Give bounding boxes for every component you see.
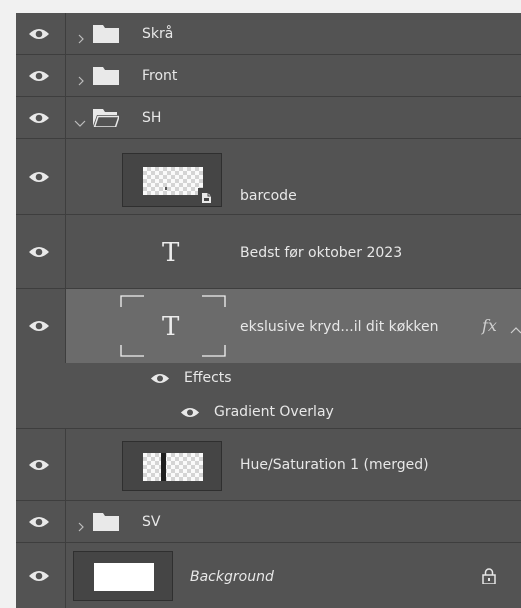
visibility-column bbox=[16, 289, 66, 363]
layer-thumbnail[interactable] bbox=[73, 551, 173, 601]
folder-open-icon bbox=[93, 109, 121, 128]
layer-name[interactable]: ekslusive kryd...il dit køkken bbox=[240, 318, 439, 336]
gradient-overlay-row[interactable]: Gradient Overlay bbox=[16, 395, 521, 429]
layer-row-background[interactable]: Background bbox=[16, 543, 521, 608]
layer-name[interactable]: Bedst før oktober 2023 bbox=[240, 244, 402, 262]
chevron-right-icon[interactable] bbox=[76, 517, 86, 532]
layer-row-skra[interactable]: Skrå bbox=[16, 13, 521, 55]
layer-thumbnail[interactable] bbox=[122, 441, 222, 491]
smart-object-icon bbox=[198, 188, 218, 206]
visibility-column bbox=[16, 501, 66, 542]
effects-row[interactable]: Effects bbox=[16, 363, 521, 395]
chevron-down-icon[interactable] bbox=[74, 113, 86, 127]
layer-row-sv[interactable]: SV bbox=[16, 501, 521, 543]
folder-icon bbox=[93, 513, 119, 531]
folder-icon bbox=[93, 67, 119, 85]
layer-thumbnail[interactable] bbox=[122, 153, 222, 207]
eye-icon[interactable] bbox=[28, 458, 50, 472]
eye-icon[interactable] bbox=[150, 372, 170, 385]
text-layer-icon: T bbox=[162, 312, 180, 342]
chevron-up-icon[interactable] bbox=[510, 321, 521, 334]
layer-name[interactable]: SV bbox=[142, 513, 160, 531]
layer-name[interactable]: Hue/Saturation 1 (merged) bbox=[240, 456, 429, 474]
eye-icon[interactable] bbox=[28, 69, 50, 83]
fx-badge[interactable]: fx bbox=[482, 316, 497, 335]
lock-icon[interactable] bbox=[482, 568, 496, 585]
layer-row-front[interactable]: Front bbox=[16, 55, 521, 97]
layer-name[interactable]: Skrå bbox=[142, 25, 173, 43]
layer-name[interactable]: barcode bbox=[240, 187, 297, 205]
visibility-column bbox=[16, 429, 66, 500]
layer-name[interactable]: SH bbox=[142, 109, 161, 127]
folder-icon bbox=[93, 25, 119, 43]
eye-icon[interactable] bbox=[28, 27, 50, 41]
eye-icon[interactable] bbox=[28, 569, 50, 583]
layer-row-hue-saturation[interactable]: Hue/Saturation 1 (merged) bbox=[16, 429, 521, 501]
gradient-overlay-label[interactable]: Gradient Overlay bbox=[214, 403, 334, 421]
eye-icon[interactable] bbox=[28, 170, 50, 184]
layer-row-sh[interactable]: SH bbox=[16, 97, 521, 139]
eye-icon[interactable] bbox=[28, 319, 50, 333]
visibility-column bbox=[16, 215, 66, 288]
visibility-column bbox=[16, 97, 66, 138]
effects-label: Effects bbox=[184, 370, 232, 386]
layer-name[interactable]: Background bbox=[190, 568, 274, 586]
layer-row-bedst[interactable]: T Bedst før oktober 2023 bbox=[16, 215, 521, 289]
visibility-column bbox=[16, 139, 66, 214]
layers-panel: Skrå Front SH barcode T Bedst før oktobe… bbox=[16, 13, 521, 608]
visibility-column bbox=[16, 55, 66, 96]
layer-row-barcode[interactable]: barcode bbox=[16, 139, 521, 215]
visibility-column bbox=[16, 543, 66, 608]
layer-name[interactable]: Front bbox=[142, 67, 177, 85]
layer-row-ekslusive[interactable]: T ekslusive kryd...il dit køkken fx bbox=[16, 289, 521, 363]
chevron-right-icon[interactable] bbox=[76, 29, 86, 44]
eye-icon[interactable] bbox=[28, 515, 50, 529]
text-layer-icon: T bbox=[162, 238, 180, 268]
eye-icon[interactable] bbox=[28, 245, 50, 259]
eye-icon[interactable] bbox=[28, 111, 50, 125]
chevron-right-icon[interactable] bbox=[76, 71, 86, 86]
visibility-column bbox=[16, 13, 66, 54]
eye-icon[interactable] bbox=[180, 406, 200, 419]
